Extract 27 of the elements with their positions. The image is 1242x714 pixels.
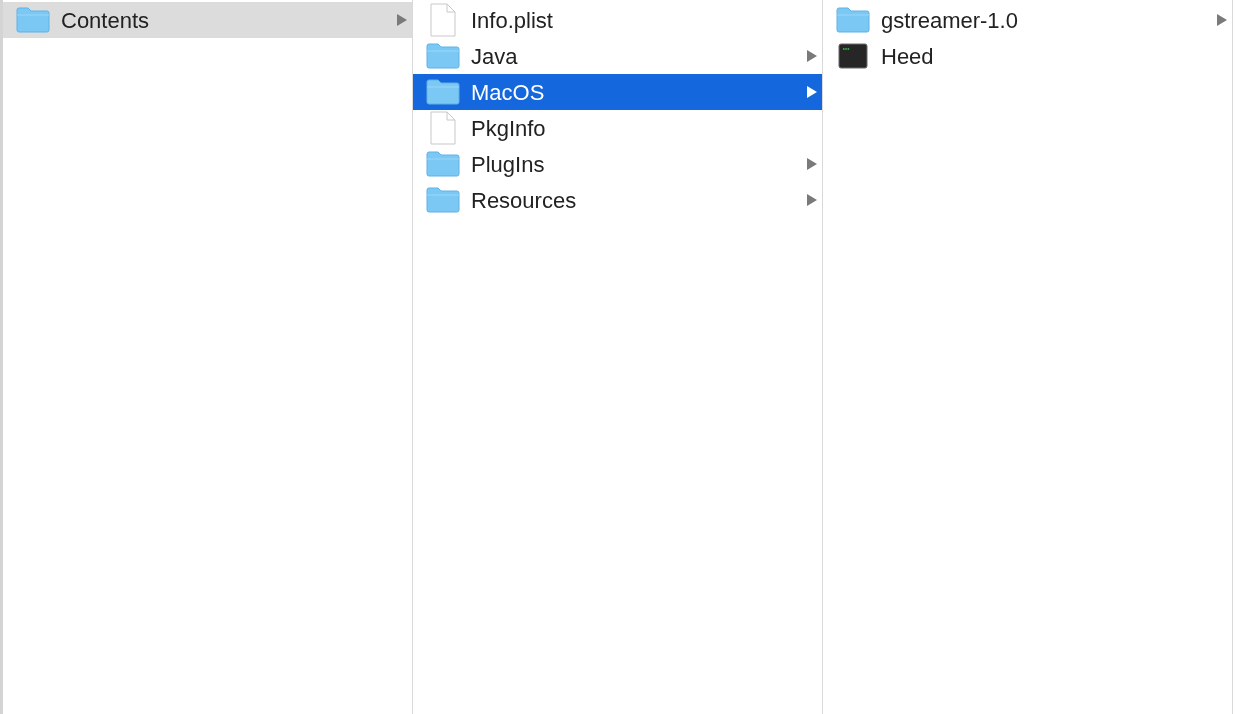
file-name: Heed: [881, 42, 934, 71]
folder-icon: [426, 43, 460, 69]
file-row[interactable]: Resources: [413, 182, 822, 218]
file-row[interactable]: PkgInfo: [413, 110, 822, 146]
file-row[interactable]: PlugIns: [413, 146, 822, 182]
terminal-icon: [838, 43, 868, 69]
file-row[interactable]: Info.plist: [413, 2, 822, 38]
file-name: Resources: [471, 186, 577, 215]
file-name: Contents: [61, 6, 150, 35]
file-name: PlugIns: [471, 150, 545, 179]
file-row[interactable]: Heed: [823, 38, 1232, 74]
file-name: Info.plist: [471, 6, 553, 35]
document-icon: [430, 111, 456, 145]
file-row[interactable]: gstreamer-1.0: [823, 2, 1232, 38]
folder-icon: [836, 7, 870, 33]
file-row[interactable]: MacOS: [413, 74, 822, 110]
folder-icon: [16, 7, 50, 33]
file-name: MacOS: [471, 78, 545, 107]
file-name: Java: [471, 42, 518, 71]
file-row[interactable]: Java: [413, 38, 822, 74]
document-icon: [430, 3, 456, 37]
folder-icon: [426, 187, 460, 213]
file-name: PkgInfo: [471, 114, 546, 143]
folder-icon: [426, 151, 460, 177]
file-row[interactable]: Contents: [3, 2, 412, 38]
folder-icon: [426, 79, 460, 105]
file-name: gstreamer-1.0: [881, 6, 1018, 35]
